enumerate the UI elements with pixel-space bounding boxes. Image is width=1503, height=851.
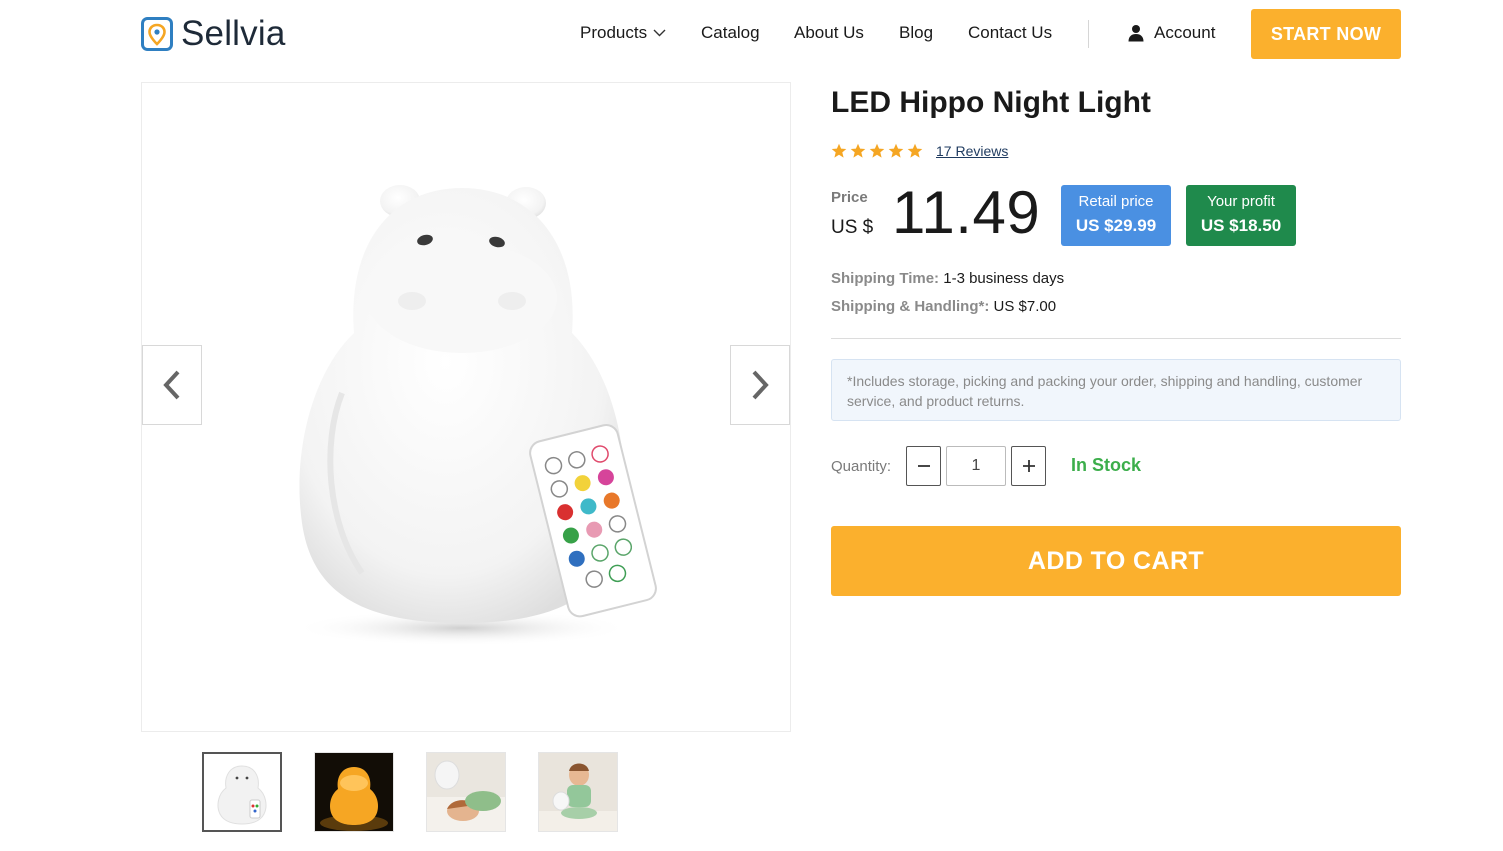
gallery-next-button[interactable] [730, 345, 790, 425]
profit-value: US $18.50 [1200, 216, 1282, 235]
quantity-decrease-button[interactable] [906, 446, 941, 486]
quantity-label: Quantity: [831, 458, 892, 475]
chevron-right-icon [752, 370, 769, 400]
account-label: Account [1154, 23, 1216, 42]
shipping-handling: Shipping & Handling*: US $7.00 [831, 298, 1056, 315]
shipping-time: Shipping Time: 1-3 business days [831, 270, 1064, 287]
site-header: Sellvia Products Catalog About Us Blog C… [0, 0, 1503, 68]
thumbnail-child-sitting [539, 753, 617, 831]
add-to-cart-button[interactable]: ADD TO CART [831, 526, 1401, 596]
logo-pin-icon [141, 17, 173, 51]
user-icon [1128, 25, 1144, 42]
nav-catalog[interactable]: Catalog [701, 22, 760, 44]
retail-price-label: Retail price [1078, 193, 1154, 210]
shipping-note: *Includes storage, picking and packing y… [831, 359, 1401, 421]
divider [831, 338, 1401, 339]
thumbnail-1[interactable] [202, 752, 282, 832]
minus-icon [917, 465, 930, 467]
nav-contact-us[interactable]: Contact Us [968, 22, 1052, 44]
star-icon [907, 143, 923, 158]
thumbnail-hippo-lit [315, 753, 393, 831]
shipping-time-label: Shipping Time: [831, 270, 940, 287]
rating: 17 Reviews [831, 143, 1008, 159]
nav-divider [1088, 20, 1089, 48]
start-now-button[interactable]: START NOW [1251, 9, 1401, 59]
quantity-input[interactable] [946, 446, 1006, 486]
product-gallery [141, 82, 791, 732]
plus-icon [1022, 460, 1035, 472]
star-icon [831, 143, 847, 158]
star-icon [888, 143, 904, 158]
shipping-handling-value: US $7.00 [993, 298, 1057, 315]
chevron-left-icon [163, 370, 180, 400]
profit-label: Your profit [1207, 193, 1275, 210]
reviews-link[interactable]: 17 Reviews [936, 143, 1008, 159]
account-link[interactable]: Account [1127, 22, 1215, 44]
product-image-hippo[interactable] [282, 163, 662, 663]
thumbnail-strip [202, 752, 618, 832]
profit-badge: Your profit US $18.50 [1186, 185, 1296, 246]
chevron-down-icon [653, 29, 666, 37]
price-label: Price [831, 189, 868, 206]
star-icon [869, 143, 885, 158]
star-icon [850, 143, 866, 158]
nav-blog[interactable]: Blog [899, 22, 933, 44]
thumbnail-4[interactable] [538, 752, 618, 832]
thumbnail-child-sleeping [427, 753, 505, 831]
stock-status: In Stock [1071, 455, 1142, 475]
nav-products-label: Products [580, 23, 648, 42]
nav-products[interactable]: Products [580, 22, 666, 44]
product-title: LED Hippo Night Light [831, 86, 1151, 119]
shipping-handling-label: Shipping & Handling*: [831, 298, 990, 315]
nav-about-us[interactable]: About Us [794, 22, 864, 44]
gallery-prev-button[interactable] [142, 345, 202, 425]
price-currency: US $ [831, 217, 874, 238]
shipping-time-value: 1-3 business days [943, 270, 1065, 287]
retail-price-value: US $29.99 [1075, 216, 1157, 235]
price-value: 11.49 [892, 179, 1041, 246]
thumbnail-3[interactable] [426, 752, 506, 832]
brand-logo[interactable]: Sellvia [141, 16, 286, 52]
thumbnail-2[interactable] [314, 752, 394, 832]
thumbnail-hippo-white [204, 754, 280, 830]
retail-price-badge: Retail price US $29.99 [1061, 185, 1171, 246]
brand-name: Sellvia [181, 14, 286, 53]
quantity-increase-button[interactable] [1011, 446, 1046, 486]
